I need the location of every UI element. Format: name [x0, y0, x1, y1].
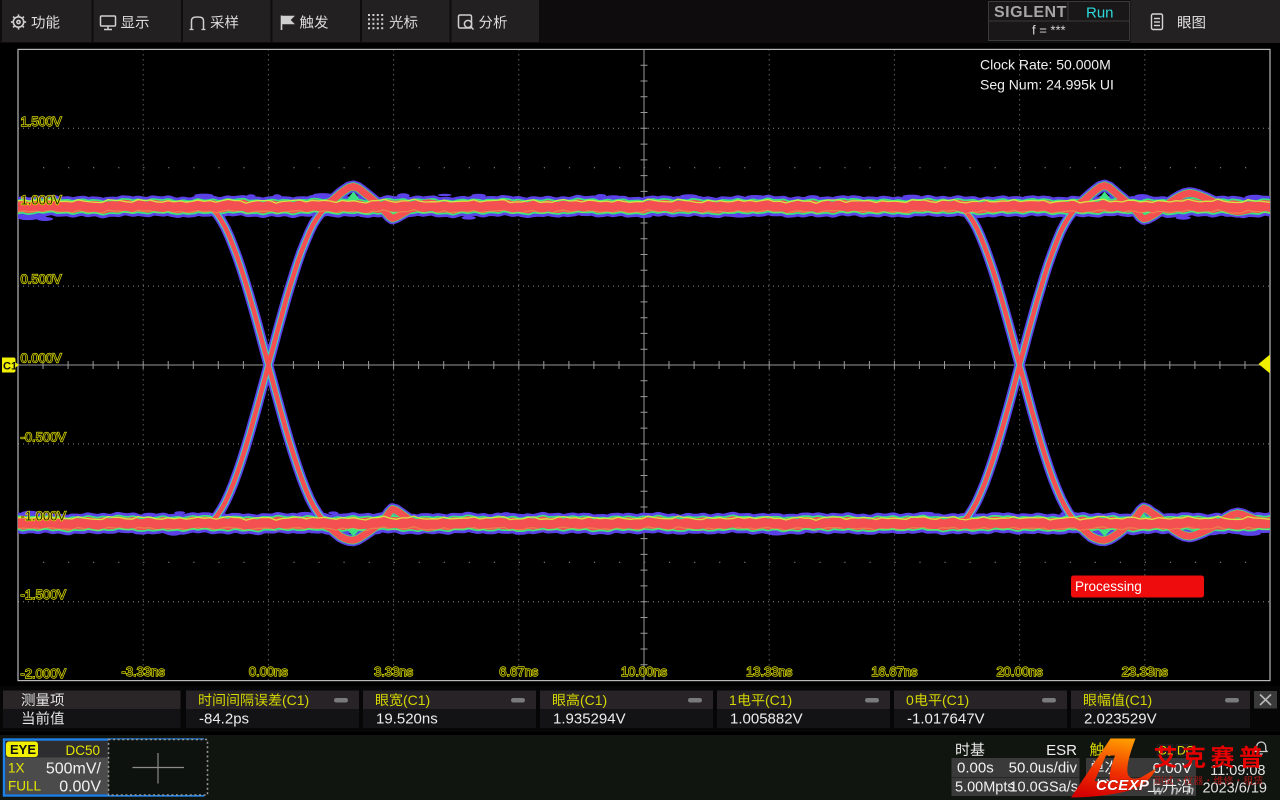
svg-text:6.67ns: 6.67ns: [499, 664, 539, 679]
svg-text:19.520ns: 19.520ns: [376, 711, 438, 728]
svg-text:C1: C1: [3, 361, 17, 373]
svg-text:Seg Num: 24.995k UI: Seg Num: 24.995k UI: [980, 77, 1114, 93]
svg-text:0.500V: 0.500V: [21, 272, 63, 287]
svg-text:FULL: FULL: [8, 779, 42, 794]
svg-text:(C1): (C1): [580, 692, 607, 708]
svg-text:50.0us/div: 50.0us/div: [1009, 760, 1078, 777]
svg-text:500mV/: 500mV/: [46, 761, 102, 778]
svg-text:1.000V: 1.000V: [21, 193, 63, 208]
svg-text:0: 0: [906, 692, 914, 708]
svg-text:-0.500V: -0.500V: [21, 429, 67, 444]
svg-text:(C1): (C1): [282, 692, 309, 708]
svg-text:Processing: Processing: [1075, 579, 1142, 594]
svg-text:Run: Run: [1086, 5, 1114, 22]
svg-text:(C1): (C1): [1125, 692, 1152, 708]
svg-text:-84.2ps: -84.2ps: [199, 711, 249, 728]
svg-text:f = ***: f = ***: [1032, 23, 1066, 38]
svg-text:1.005882V: 1.005882V: [730, 711, 803, 728]
svg-text:1X: 1X: [8, 761, 25, 776]
svg-text:1.500V: 1.500V: [21, 114, 63, 129]
svg-text:DC50: DC50: [65, 743, 100, 758]
svg-text:-1.000V: -1.000V: [21, 508, 67, 523]
svg-text:0.00V: 0.00V: [1153, 760, 1192, 777]
svg-text:1.935294V: 1.935294V: [553, 711, 626, 728]
svg-text:10.0GSa/s: 10.0GSa/s: [1009, 780, 1078, 796]
svg-text:CCEXP: CCEXP: [1096, 777, 1150, 794]
svg-text:Clock Rate: 50.000M: Clock Rate: 50.000M: [980, 57, 1111, 73]
svg-text:w n n: w n n: [1153, 783, 1196, 798]
svg-text:1: 1: [729, 692, 737, 708]
svg-text:EYE: EYE: [10, 742, 36, 757]
svg-text:0.00s: 0.00s: [957, 760, 994, 777]
svg-text:-1.500V: -1.500V: [21, 587, 67, 602]
svg-text:20.00ns: 20.00ns: [996, 664, 1043, 679]
svg-text:-2.000V: -2.000V: [21, 666, 67, 681]
svg-text:SIGLENT: SIGLENT: [994, 4, 1067, 21]
svg-text:13.33ns: 13.33ns: [746, 664, 793, 679]
svg-text:-1.017647V: -1.017647V: [907, 711, 985, 728]
svg-text:3.33ns: 3.33ns: [374, 664, 414, 679]
svg-text:16.67ns: 16.67ns: [871, 664, 918, 679]
svg-text:(C1): (C1): [765, 692, 792, 708]
svg-text:ESR: ESR: [1046, 742, 1077, 759]
svg-text:2023/6/19: 2023/6/19: [1202, 781, 1267, 797]
svg-text:5.00Mpts: 5.00Mpts: [955, 780, 1015, 796]
svg-text:-3.33ns: -3.33ns: [122, 664, 166, 679]
svg-text:0.00V: 0.00V: [59, 779, 101, 796]
svg-text:0.000V: 0.000V: [21, 351, 63, 366]
svg-text:DC: DC: [1177, 744, 1195, 758]
svg-text:2.023529V: 2.023529V: [1084, 711, 1157, 728]
svg-text:(C1): (C1): [403, 692, 430, 708]
svg-text:10.00ns: 10.00ns: [621, 664, 668, 679]
svg-text:0.00ns: 0.00ns: [249, 664, 289, 679]
svg-text:23.33ns: 23.33ns: [1122, 664, 1169, 679]
svg-text:(C1): (C1): [942, 692, 969, 708]
